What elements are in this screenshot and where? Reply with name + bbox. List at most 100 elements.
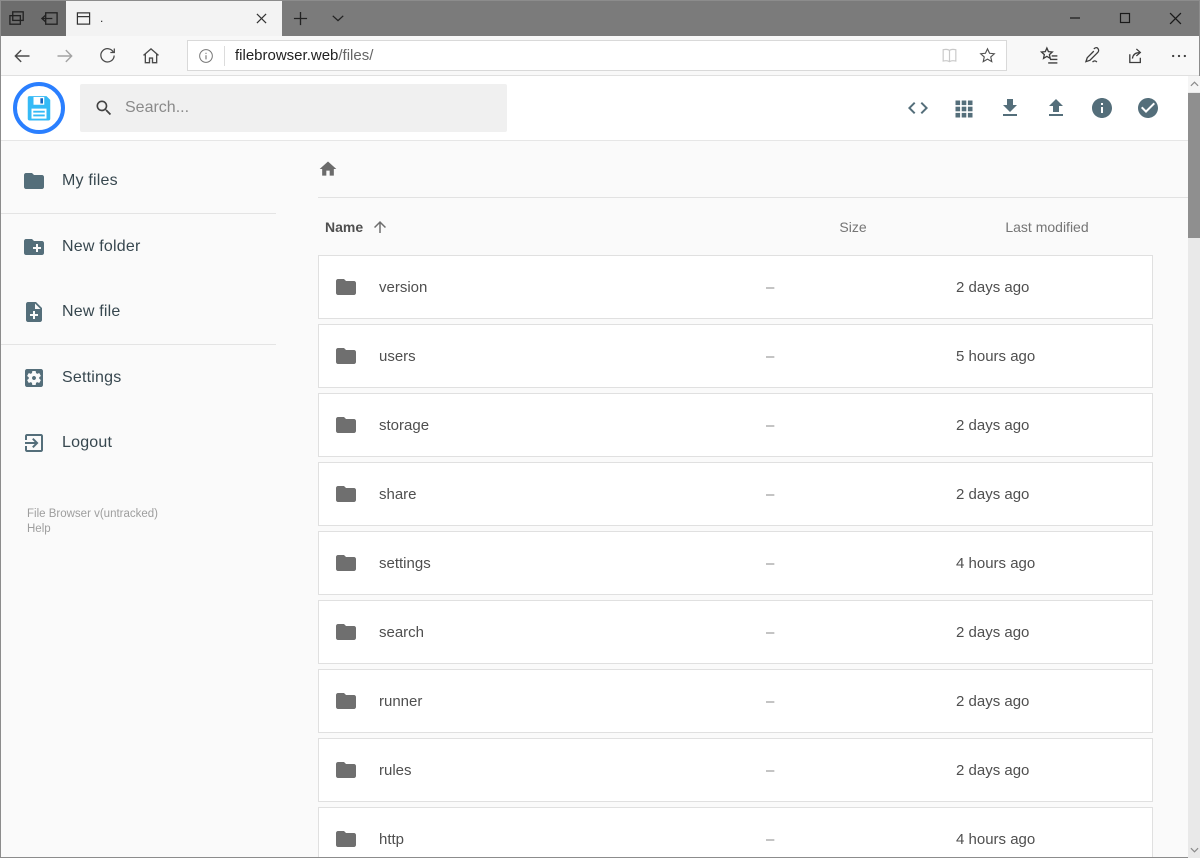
url-separator <box>224 45 225 66</box>
help-link[interactable]: Help <box>27 522 51 537</box>
floppy-disk-icon <box>27 96 51 121</box>
folder-icon <box>24 172 44 189</box>
reading-view-button[interactable] <box>930 41 968 71</box>
search-box[interactable] <box>80 84 507 132</box>
more-options-button[interactable] <box>1157 36 1200 76</box>
file-modified: 2 days ago <box>956 692 1030 710</box>
file-row[interactable]: runner – 2 days ago <box>318 669 1153 733</box>
file-row[interactable]: rules – 2 days ago <box>318 738 1153 802</box>
file-row[interactable]: users – 5 hours ago <box>318 324 1153 388</box>
file-modified: 4 hours ago <box>956 554 1036 572</box>
file-size: – <box>766 692 775 710</box>
search-input[interactable] <box>125 99 493 117</box>
sidebar-item-new-folder[interactable]: New folder <box>0 214 276 279</box>
column-header-modified[interactable]: Last modified <box>948 219 1146 235</box>
sidebar-item-label: Settings <box>62 368 122 386</box>
code-view-button[interactable] <box>906 96 930 120</box>
url-path: /files/ <box>338 47 374 64</box>
check-circle-icon <box>1138 98 1158 118</box>
folder-icon <box>334 827 358 851</box>
breadcrumb <box>318 141 1153 197</box>
file-name: search <box>379 623 425 641</box>
scrollbar-up-button[interactable] <box>1188 76 1200 92</box>
info-button[interactable] <box>1090 96 1114 120</box>
folder-icon <box>334 413 358 437</box>
forward-button[interactable] <box>43 36 86 76</box>
upload-button[interactable] <box>1044 96 1068 120</box>
file-modified: 2 days ago <box>956 623 1030 641</box>
column-header-name[interactable]: Name <box>325 218 758 236</box>
file-size: – <box>766 278 775 296</box>
sidebar-footer: File Browser v(untracked) Help <box>27 507 276 537</box>
hub-favorites-button[interactable] <box>1028 36 1071 76</box>
breadcrumb-home-button[interactable] <box>318 159 338 179</box>
app-body: My files New folder New file Settings Lo… <box>0 141 1200 858</box>
url-field[interactable]: filebrowser.web/files/ <box>187 40 1007 71</box>
tabs-aside-icon <box>40 11 58 25</box>
filebrowser-logo <box>13 82 65 134</box>
download-button[interactable] <box>998 96 1022 120</box>
page-scrollbar[interactable] <box>1188 76 1200 858</box>
header-toolbar <box>906 96 1200 120</box>
refresh-button[interactable] <box>86 36 129 76</box>
select-multiple-button[interactable] <box>1136 96 1160 120</box>
grid-view-button[interactable] <box>952 96 976 120</box>
window-minimize-button[interactable] <box>1050 0 1100 36</box>
file-modified: 2 days ago <box>956 416 1030 434</box>
folder-icon <box>334 689 358 713</box>
file-name: http <box>379 830 405 848</box>
column-label: Size <box>839 218 867 235</box>
listing-header: Name Size Last modified <box>318 198 1153 255</box>
sidebar-item-my-files[interactable]: My files <box>0 148 276 213</box>
tab-close-button[interactable] <box>250 7 272 29</box>
sidebar-item-logout[interactable]: Logout <box>0 410 276 475</box>
site-info-icon[interactable] <box>188 41 224 71</box>
new-folder-icon <box>24 238 44 255</box>
home-button[interactable] <box>129 36 172 76</box>
file-listing-pane: Name Size Last modified version – 2 days… <box>276 141 1200 858</box>
tabs-set-aside-preview-button[interactable] <box>8 9 27 28</box>
scrollbar-track[interactable] <box>1188 92 1200 842</box>
sidebar: My files New folder New file Settings Lo… <box>0 141 276 858</box>
tab-favicon-icon <box>76 11 91 26</box>
file-size: – <box>766 761 775 779</box>
back-button[interactable] <box>0 36 43 76</box>
window-close-button[interactable] <box>1150 0 1200 36</box>
file-row[interactable]: search – 2 days ago <box>318 600 1153 664</box>
set-tabs-aside-button[interactable] <box>40 9 59 28</box>
settings-icon <box>25 368 43 387</box>
file-name: version <box>379 278 428 296</box>
favorite-star-button[interactable] <box>968 41 1006 71</box>
web-note-pen-button[interactable] <box>1071 36 1114 76</box>
code-view-icon <box>908 102 928 114</box>
file-list: version – 2 days ago users – 5 hours ago… <box>318 255 1153 858</box>
sidebar-item-new-file[interactable]: New file <box>0 279 276 344</box>
new-tab-button[interactable] <box>282 0 319 36</box>
file-row[interactable]: http – 4 hours ago <box>318 807 1153 858</box>
file-row[interactable]: storage – 2 days ago <box>318 393 1153 457</box>
tab-dropdown-button[interactable] <box>319 0 356 36</box>
upload-icon <box>1049 99 1063 116</box>
share-button[interactable] <box>1114 36 1157 76</box>
file-row[interactable]: share – 2 days ago <box>318 462 1153 526</box>
folder-icon <box>334 551 358 575</box>
scrollbar-down-button[interactable] <box>1188 842 1200 858</box>
file-modified: 2 days ago <box>956 761 1030 779</box>
sidebar-item-settings[interactable]: Settings <box>0 345 276 410</box>
tabstrip-spacer <box>356 0 1050 36</box>
file-size: – <box>766 416 775 434</box>
new-file-icon <box>26 301 42 322</box>
window-maximize-button[interactable] <box>1100 0 1150 36</box>
scrollbar-thumb[interactable] <box>1188 93 1200 238</box>
sidebar-item-label: New folder <box>62 237 141 255</box>
sort-ascending-icon <box>374 220 387 233</box>
file-row[interactable]: version – 2 days ago <box>318 255 1153 319</box>
browser-window: . filebrowser.web/files/ Search... My fi… <box>0 0 1200 858</box>
app-version-text: File Browser v(untracked) <box>27 508 159 520</box>
file-name: users <box>379 347 416 365</box>
browser-tab[interactable]: . <box>66 0 282 36</box>
sidebar-item-label: New file <box>62 302 121 320</box>
file-size: – <box>766 830 775 848</box>
column-header-size[interactable]: Size <box>758 219 948 235</box>
file-row[interactable]: settings – 4 hours ago <box>318 531 1153 595</box>
